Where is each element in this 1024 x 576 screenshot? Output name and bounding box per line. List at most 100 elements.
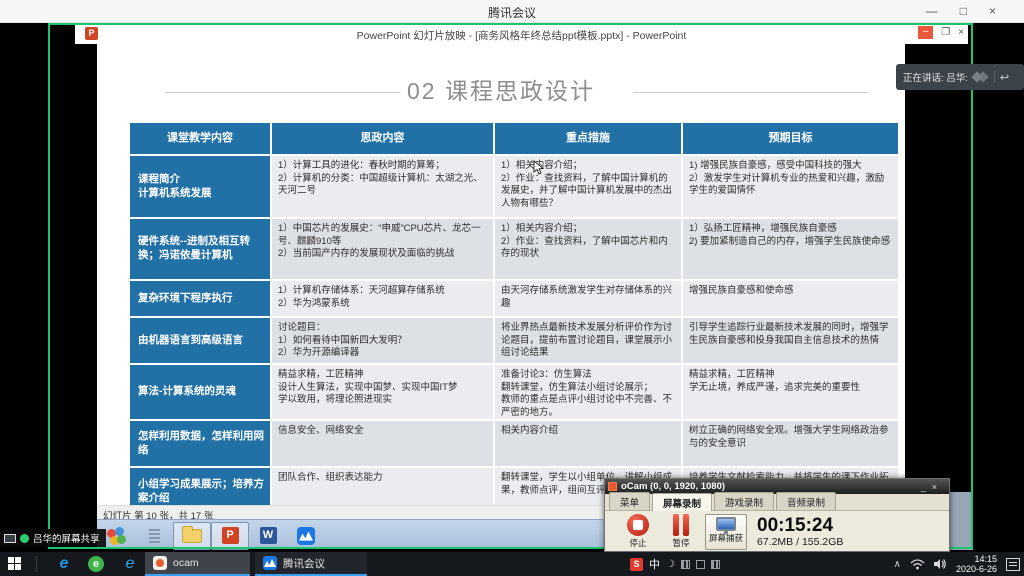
speaker-icon[interactable] [934,558,947,570]
ocam-app-icon [608,482,617,491]
table-header-cell: 重点措施 [495,123,683,156]
table-cell-goals: 树立正确的网络安全观。增强大学生网络政治参与的安全意识 [683,421,900,468]
presenter-app-explorer-icon[interactable] [173,522,211,550]
ocam-tab-1[interactable]: 菜单 [609,492,650,510]
tencent-meeting-logo-icon [973,71,989,83]
table-cell-ideology: 精益求精，工匠精神 设计人生算法，实现中国梦、实现中国IT梦 学以致用，将理论照… [272,365,495,421]
table-header-cell: 思政内容 [272,123,495,156]
powerpoint-close-button[interactable]: × [958,26,964,39]
table-header-row: 课堂教学内容思政内容重点措施预期目标 [130,123,900,156]
ocam-tab-2[interactable]: 屏幕录制 [652,493,712,511]
start-button[interactable] [8,557,22,571]
taskbar-button-ocam[interactable]: ocam [145,552,250,576]
table-cell-measures: 1）相关内容介绍； 2）作业：查找资料，了解中国计算机的发展史，并了解中国计算机… [495,156,683,219]
table-cell-measures: 1）相关内容介绍； 2）作业：查找资料，了解中国芯片和内存的现状 [495,219,683,281]
ime-tray-cluster: S 中 ☽ [630,552,720,576]
taskbar-button-meeting[interactable]: 腾讯会议 [255,552,367,576]
meeting-taskbar-icon [263,556,277,570]
title-decoration-line [165,92,400,93]
meeting-close-button[interactable]: × [989,3,996,19]
ocam-tab-4[interactable]: 音频录制 [776,492,836,510]
table-cell-ideology: 讨论题目： 1）如何看待中国新四大发明？ 2）华为开源编译器 [272,318,495,365]
meeting-taskbar-label: 腾讯会议 [283,556,325,571]
table-cell-topic: 由机器语言到高级语言 [130,318,272,365]
table-header-cell: 课堂教学内容 [130,123,272,156]
table-cell-goals: 1）弘扬工匠精神，增强民族自豪感 2) 要加紧制造自己的内存，增强学生民族使命感 [683,219,900,281]
course-ideology-table: 课堂教学内容思政内容重点措施预期目标课程简介 计算机系统发展1）计算工具的进化：… [130,123,900,505]
ime-keyboard-icon[interactable] [681,560,690,569]
ocam-window-title: oCam (0, 0, 1920, 1080) [621,481,921,492]
sogou-input-icon[interactable]: S [630,558,643,571]
table-cell-topic: 课程简介 计算机系统发展 [130,156,272,219]
ocam-tab-3[interactable]: 游戏录制 [714,492,774,510]
share-source-text: 吕华的屏幕共享 [33,531,100,545]
presenter-app-tencent-meeting-icon[interactable] [287,522,325,550]
title-decoration-line [633,92,868,93]
ime-language-indicator[interactable]: 中 [649,556,660,572]
stop-recording-button[interactable]: 停止 [615,514,661,549]
table-cell-ideology: 1）中国芯片的发展史：“申威”CPU芯片、龙芯一号、麒麟910等 2）当前国产内… [272,219,495,281]
ocam-window: oCam (0, 0, 1920, 1080) _× 菜单屏幕录制游戏录制音频录… [604,478,950,552]
ocam-taskbar-icon [153,556,167,570]
action-center-icon[interactable] [1006,558,1020,571]
table-cell-measures: 将业界热点最新技术发展分析评价作为讨论题目，提前布置讨论题目，课堂展示小组讨论结… [495,318,683,365]
table-row: 由机器语言到高级语言讨论题目： 1）如何看待中国新四大发明？ 2）华为开源编译器… [130,318,900,365]
ime-toolbox-icon[interactable] [696,560,705,569]
ie-browser-icon[interactable]: e [121,555,139,573]
wifi-icon[interactable] [910,558,925,570]
table-cell-ideology: 1）计算工具的进化：春秋时期的算筹； 2）计算机的分类：中国超级计算机：太湖之光… [272,156,495,219]
table-row: 算法-计算系统的灵魂精益求精，工匠精神 设计人生算法，实现中国梦、实现中国IT梦… [130,365,900,421]
tray-expand-chevron-icon[interactable]: ∧ [894,559,901,570]
recording-file-size: 67.2MB / 155.2GB [757,536,843,548]
mouse-cursor-icon [533,160,544,175]
presenter-app-powerpoint-icon[interactable]: P [211,522,249,550]
meeting-window-title: 腾讯会议 [0,4,1024,21]
ime-clipboard-icon[interactable] [711,560,720,569]
table-cell-topic: 硬件系统--进制及相互转换；冯诺依曼计算机 [130,219,272,281]
table-cell-topic: 怎样利用数据，怎样利用网络 [130,421,272,468]
powerpoint-window-title: PowerPoint 幻灯片放映 - [商务风格年终总结ppt模板.pptx] … [75,28,968,43]
ocam-close-button[interactable]: × [932,482,943,492]
share-source-label: 吕华的屏幕共享 [0,529,106,547]
table-row: 怎样利用数据，怎样利用网络信息安全、网络安全相关内容介绍树立正确的网络安全观。增… [130,421,900,468]
table-cell-measures: 由天河存储系统激发学生对存储体系的兴趣 [495,281,683,318]
table-cell-measures: 准备讨论3：仿生算法 翻转课堂，仿生算法小组讨论展示； 教师的重点是点评小组讨论… [495,365,683,421]
system-tray: ∧ 14:15 2020-6-26 [894,552,1024,576]
monitor-icon [4,534,16,543]
table-cell-goals: 精益求精，工匠精神 学无止境，养成严谨，追求完美的重要性 [683,365,900,421]
windows-taskbar: e e e ocam 腾讯会议 S 中 ☽ ∧ [0,552,1024,576]
edge-browser-icon[interactable]: e [55,555,73,573]
table-cell-goals: 1) 增强民族自豪感，感受中国科技的强大 2）激发学生对计算机专业的热爱和兴趣，… [683,156,900,219]
powerpoint-restore-button[interactable]: ❐ [941,26,950,39]
pause-recording-button[interactable]: 暂停 [661,514,701,549]
speaking-toast: 正在讲话: 吕华: ↩ [896,64,1024,90]
meeting-minimize-button[interactable]: — [926,3,938,19]
360-browser-icon[interactable]: e [88,555,106,573]
screen-capture-icon [716,517,736,531]
powerpoint-minimize-button[interactable]: – [918,26,933,39]
table-row: 课程简介 计算机系统发展1）计算工具的进化：春秋时期的算筹； 2）计算机的分类：… [130,156,900,219]
toast-reply-arrow-icon[interactable]: ↩ [1000,71,1009,84]
recording-elapsed-time: 00:15:24 [757,516,843,536]
screen-capture-button[interactable]: 屏幕捕获 [705,514,747,550]
ocam-taskbar-label: ocam [173,557,199,569]
presenter-app-word-icon[interactable]: W [249,522,287,550]
toast-divider [994,71,995,83]
slide-title: 02 课程思政设计 [97,72,905,106]
table-cell-goals: 增强民族自豪感和使命感 [683,281,900,318]
taskbar-separator [36,556,37,572]
table-cell-ideology: 信息安全、网络安全 [272,421,495,468]
table-cell-ideology: 1）计算机存储体系：天河超算存储系统 2）华为鸿蒙系统 [272,281,495,318]
ocam-minimize-button[interactable]: _ [921,482,932,492]
ime-moon-icon[interactable]: ☽ [666,559,675,570]
table-cell-measures: 相关内容介绍 [495,421,683,468]
taskbar-clock[interactable]: 14:15 2020-6-26 [956,554,997,574]
meeting-titlebar: 腾讯会议 — □ × [0,0,1024,23]
table-row: 复杂环境下程序执行1）计算机存储体系：天河超算存储系统 2）华为鸿蒙系统由天河存… [130,281,900,318]
clock-date: 2020-6-26 [956,564,997,574]
meeting-maximize-button[interactable]: □ [960,3,967,19]
table-cell-topic: 复杂环境下程序执行 [130,281,272,318]
stop-label: 停止 [615,537,661,549]
powerpoint-titlebar: P PowerPoint 幻灯片放映 - [商务风格年终总结ppt模板.pptx… [75,24,968,44]
presenter-app-grid-icon[interactable] [135,522,173,550]
